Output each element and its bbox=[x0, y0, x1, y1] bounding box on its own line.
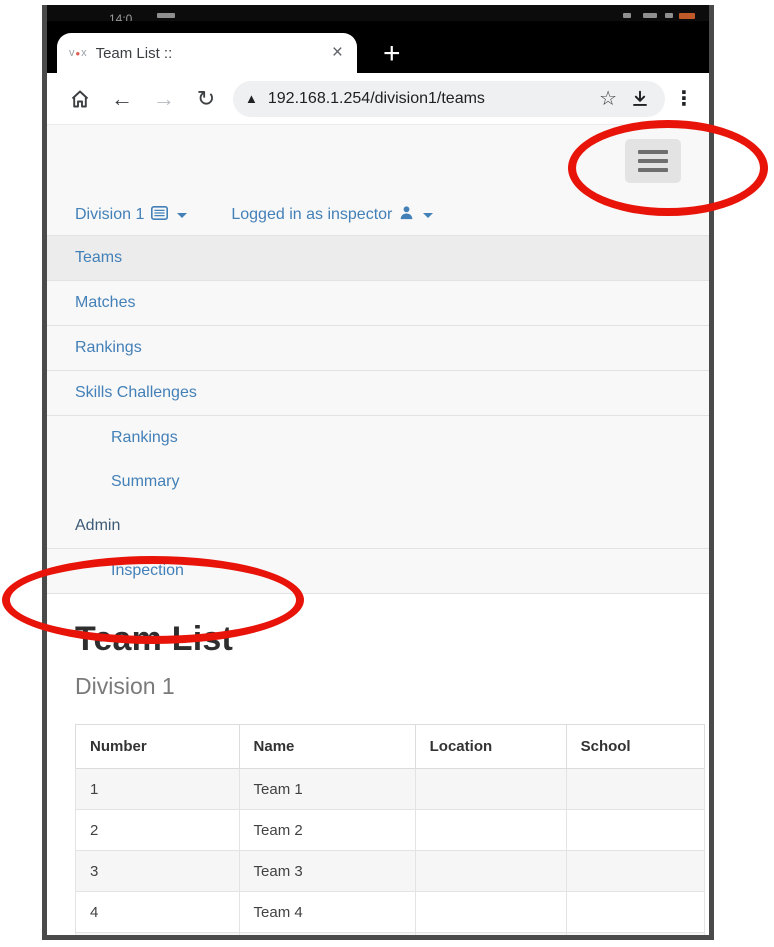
menu-item-skills-challenges[interactable]: Skills Challenges bbox=[47, 370, 709, 416]
division-list-icon bbox=[151, 205, 169, 225]
cell-location bbox=[414, 809, 567, 851]
table-row: 4 Team 4 bbox=[75, 891, 706, 933]
bookmark-star-icon[interactable]: ☆ bbox=[599, 86, 617, 111]
table-row: 5 Team 5 bbox=[75, 932, 706, 935]
status-signal-icon bbox=[643, 13, 657, 18]
address-bar[interactable]: ▲ 192.168.1.254/division1/teams ☆ bbox=[233, 80, 665, 117]
cell-name: Team 2 bbox=[238, 809, 416, 851]
cell-location bbox=[414, 850, 567, 892]
cell-name: Team 5 bbox=[238, 932, 416, 935]
tab-close-icon[interactable]: × bbox=[330, 42, 345, 64]
column-header-school: School bbox=[565, 724, 706, 769]
cell-location bbox=[414, 768, 567, 810]
cell-name: Team 3 bbox=[238, 850, 416, 892]
chevron-down-icon bbox=[423, 212, 434, 218]
cell-name: Team 1 bbox=[238, 768, 416, 810]
menu-item-admin[interactable]: Admin bbox=[47, 504, 709, 548]
division-label: Division 1 bbox=[75, 206, 145, 223]
status-misc-icon bbox=[665, 13, 673, 18]
menu-item-rankings[interactable]: Rankings bbox=[47, 325, 709, 370]
menu-item-matches[interactable]: Matches bbox=[47, 280, 709, 325]
back-icon[interactable]: ← bbox=[101, 86, 143, 112]
cell-number: 3 bbox=[75, 850, 240, 892]
browser-toolbar: ← → ↻ ▲ 192.168.1.254/division1/teams ☆ … bbox=[47, 73, 709, 125]
column-header-number: Number bbox=[75, 724, 240, 769]
android-status-bar: 14:0 bbox=[47, 5, 709, 21]
table-header-row: Number Name Location School bbox=[75, 724, 706, 769]
cell-location bbox=[414, 891, 567, 933]
column-header-name: Name bbox=[238, 724, 416, 769]
url-text[interactable]: 192.168.1.254/division1/teams bbox=[268, 90, 593, 108]
status-wifi-icon bbox=[623, 13, 631, 18]
cell-school bbox=[565, 809, 706, 851]
team-list-table: Number Name Location School 1 Team 1 2 T… bbox=[75, 724, 706, 935]
page-content: Team List Division 1 Number Name Locatio… bbox=[47, 594, 709, 935]
cell-number: 5 bbox=[75, 932, 240, 935]
forward-icon[interactable]: → bbox=[143, 86, 185, 112]
cell-location bbox=[414, 932, 567, 935]
annotation-circle-inspection bbox=[2, 556, 304, 644]
reload-icon[interactable]: ↻ bbox=[185, 86, 227, 112]
annotation-circle-hamburger bbox=[568, 120, 768, 216]
cell-school bbox=[565, 891, 706, 933]
cell-number: 1 bbox=[75, 768, 240, 810]
new-tab-button[interactable]: + bbox=[383, 39, 401, 69]
status-notification-icon bbox=[157, 13, 175, 18]
home-icon[interactable] bbox=[59, 87, 101, 111]
login-status-label: Logged in as inspector bbox=[231, 206, 393, 223]
cell-number: 2 bbox=[75, 809, 240, 851]
cell-name: Team 4 bbox=[238, 891, 416, 933]
table-row: 2 Team 2 bbox=[75, 809, 706, 851]
nav-menu: Teams Matches Rankings Skills Challenges… bbox=[47, 235, 709, 594]
column-header-location: Location bbox=[414, 724, 567, 769]
cell-school bbox=[565, 932, 706, 935]
cell-school bbox=[565, 768, 706, 810]
not-secure-warning-icon: ▲ bbox=[245, 91, 258, 106]
cell-school bbox=[565, 850, 706, 892]
division-dropdown[interactable]: Division 1 bbox=[75, 205, 188, 225]
download-icon[interactable] bbox=[627, 88, 653, 110]
browser-tab-strip: v • x Team List :: × + bbox=[47, 21, 709, 73]
tab-title: Team List :: bbox=[95, 44, 173, 62]
page-subtitle: Division 1 bbox=[75, 673, 175, 699]
menu-item-teams[interactable]: Teams bbox=[47, 236, 709, 280]
status-clock: 14:0 bbox=[109, 12, 133, 21]
table-row: 3 Team 3 bbox=[75, 850, 706, 892]
table-row: 1 Team 1 bbox=[75, 768, 706, 810]
user-dropdown[interactable]: Logged in as inspector bbox=[231, 205, 434, 225]
cell-number: 4 bbox=[75, 891, 240, 933]
user-icon bbox=[399, 205, 414, 225]
battery-icon bbox=[679, 13, 695, 19]
browser-tab[interactable]: v • x Team List :: × bbox=[57, 33, 357, 73]
site-favicon-icon: v • x bbox=[69, 45, 87, 61]
browser-menu-icon[interactable]: ⋮ bbox=[671, 86, 697, 111]
menu-item-skills-summary[interactable]: Summary bbox=[47, 460, 709, 504]
menu-item-skills-rankings[interactable]: Rankings bbox=[47, 416, 709, 460]
chevron-down-icon bbox=[177, 212, 188, 218]
